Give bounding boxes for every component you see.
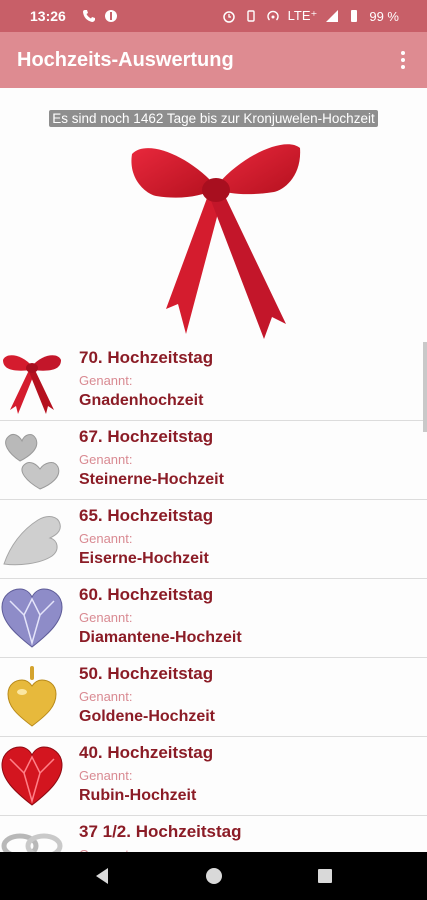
red-bow-image [131,144,301,339]
list-item[interactable]: 60. Hochzeitstag Genannt: Diamantene-Hoc… [0,579,427,658]
lte-indicator: LTE⁺ [287,8,318,23]
item-title: 60. Hochzeitstag [79,585,214,604]
red-bow-icon [3,355,61,414]
alarm-icon [222,11,235,23]
item-name: Diamantene-Hochzeit [79,629,242,646]
battery-icon [351,10,358,22]
list-item[interactable]: 50. Hochzeitstag Genannt: Goldene-Hochze… [0,658,427,737]
item-title: 40. Hochzeitstag [79,743,214,762]
gold-heart-pendant-icon [7,666,57,727]
home-icon[interactable] [202,864,226,888]
status-time: 13:26 [30,8,66,24]
back-icon[interactable] [90,864,114,888]
item-subtitle: Genannt: [79,373,133,388]
vibrate-icon [246,10,255,22]
item-subtitle: Genannt: [79,610,133,625]
signal-icon [326,10,339,22]
item-name: Goldene-Hochzeit [79,708,216,725]
item-subtitle: Genannt: [79,531,133,546]
item-name: Steinerne-Hochzeit [79,471,224,488]
item-name: Gnadenhochzeit [79,392,204,409]
item-name: Eiserne-Hochzeit [79,550,209,567]
overflow-dot [401,58,405,62]
recents-icon[interactable] [313,864,337,888]
item-title: 70. Hochzeitstag [79,348,214,367]
diamond-heart-icon [1,588,63,648]
item-title: 65. Hochzeitstag [79,506,214,525]
app-bar: Hochzeits-Auswertung [0,32,427,88]
list-item[interactable]: 65. Hochzeitstag Genannt: Eiserne-Hochze… [0,500,427,579]
ruby-heart-icon [1,746,63,806]
item-subtitle: Genannt: [79,768,133,783]
countdown-banner: Es sind noch 1462 Tage bis zur Kronjuwel… [0,110,427,127]
item-name: Rubin-Hochzeit [79,787,197,804]
app-notification-icon [104,10,117,22]
list-item[interactable]: 40. Hochzeitstag Genannt: Rubin-Hochzeit [0,737,427,816]
overflow-menu-button[interactable] [393,46,413,74]
navigation-bar [0,852,427,900]
page-title: Hochzeits-Auswertung [17,48,234,71]
item-title: 37 1/2. Hochzeitstag [79,822,242,841]
status-notification-icons [82,9,118,23]
item-subtitle: Genannt: [79,452,133,467]
item-title: 50. Hochzeitstag [79,664,214,683]
stone-hearts-icon [5,434,60,490]
phone-icon [82,10,95,22]
item-title: 67. Hochzeitstag [79,427,214,446]
status-right-icons: LTE⁺ 99 % [222,8,399,24]
countdown-text: Es sind noch 1462 Tage bis zur Kronjuwel… [49,110,378,127]
hotspot-icon [266,10,279,21]
status-bar: 13:26 LTE⁺ 99 % [0,0,427,32]
item-subtitle: Genannt: [79,689,133,704]
list-item[interactable]: 67. Hochzeitstag Genannt: Steinerne-Hoch… [0,421,427,500]
scrollbar[interactable] [423,342,427,432]
list-item[interactable]: 70. Hochzeitstag Genannt: Gnadenhochzeit [0,342,427,421]
overflow-dot [401,51,405,55]
iron-heart-icon [3,516,61,566]
anniversary-list: 70. Hochzeitstag Genannt: Gnadenhochzeit… [0,342,427,895]
battery-percent: 99 % [369,8,399,24]
overflow-dot [401,65,405,69]
